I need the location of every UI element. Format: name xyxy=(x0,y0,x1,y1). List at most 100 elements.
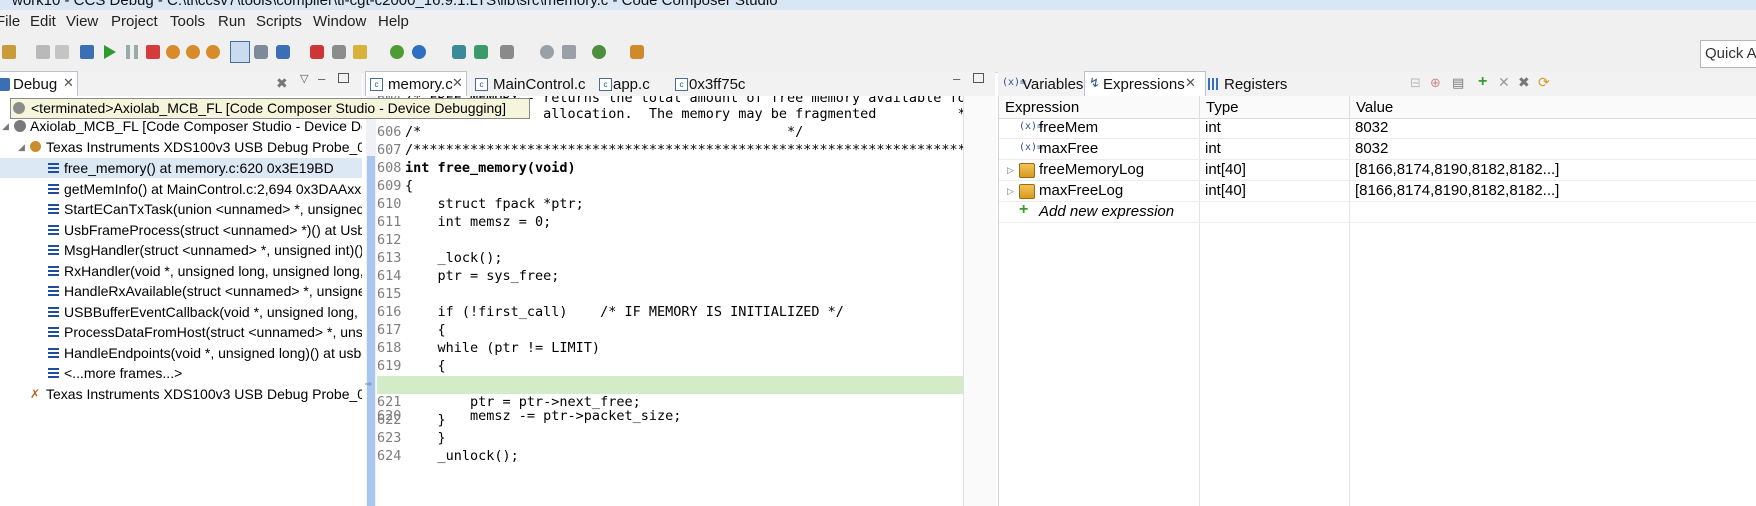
close-icon[interactable]: ✕ xyxy=(452,75,463,91)
c-file-icon: c xyxy=(599,78,612,91)
stack-frame-row[interactable]: getMemInfo() at MainControl.c:2,694 0x3D… xyxy=(0,179,362,199)
expand-arrow-icon[interactable]: ▷ xyxy=(1007,186,1014,197)
code-editor[interactable]: 604/* FREE_MEMORY - returns the total am… xyxy=(363,96,963,506)
stack-frame-row[interactable]: HandleEndpoints(void *, unsigned long)()… xyxy=(0,343,362,363)
menu-tools[interactable]: Tools xyxy=(170,13,205,30)
add-expression-icon[interactable]: + xyxy=(1478,73,1487,91)
minimize-icon[interactable]: – xyxy=(953,71,960,86)
stack-frame-row[interactable]: MsgHandler(struct <unnamed> *, unsigned … xyxy=(0,240,362,260)
memory-icon[interactable] xyxy=(353,45,367,59)
expression-value[interactable]: [8166,8174,8190,8182,8182...] xyxy=(1355,161,1559,178)
assembly-step-over-icon[interactable] xyxy=(474,45,488,59)
menu-run[interactable]: Run xyxy=(218,13,246,30)
continuous-refresh-icon[interactable]: ⟳ xyxy=(1538,74,1550,91)
debug-target-row[interactable]: ◢ Texas Instruments XDS100v3 USB Debug P… xyxy=(0,137,362,157)
stack-frame-row[interactable]: ProcessDataFromHost(struct <unnamed> *, … xyxy=(0,322,362,342)
step-into-icon[interactable] xyxy=(166,45,180,59)
view-icon[interactable] xyxy=(562,45,576,59)
tab-memory-c-label: memory.c xyxy=(388,76,453,93)
menu-edit[interactable]: Edit xyxy=(30,13,56,30)
new-icon[interactable] xyxy=(2,45,16,59)
editor-scrollbar[interactable] xyxy=(963,96,996,506)
tab-debug[interactable]: Debug ✕ xyxy=(0,71,78,97)
tab-app-c[interactable]: c app.c xyxy=(595,72,665,96)
stack-frame-row[interactable]: HandleRxAvailable(struct <unnamed> *, un… xyxy=(0,281,362,301)
terminate-icon[interactable] xyxy=(146,45,160,59)
quick-access-field[interactable]: Quick A xyxy=(1700,40,1756,68)
expression-row[interactable]: (x)= freeMem int 8032 xyxy=(999,118,1756,139)
settings-gear-icon[interactable] xyxy=(592,45,606,59)
tab-disassembly[interactable]: c 0x3ff75c xyxy=(671,72,771,96)
remove-all-icon[interactable]: ✖ xyxy=(1518,74,1530,91)
expression-value[interactable]: 8032 xyxy=(1355,119,1388,136)
close-icon[interactable]: ✕ xyxy=(63,75,74,91)
stack-frame-label: RxHandler(void *, unsigned long, unsigne… xyxy=(64,263,362,279)
more-frames-row[interactable]: <...more frames...> xyxy=(0,363,362,383)
save-all-icon[interactable] xyxy=(55,45,69,59)
tab-registers[interactable]: Registers xyxy=(1206,72,1296,96)
collapse-all-icon[interactable]: ⊟ xyxy=(1410,75,1421,91)
maximize-icon[interactable] xyxy=(338,73,349,83)
maximize-icon[interactable] xyxy=(973,73,984,83)
step-return-icon[interactable] xyxy=(206,45,220,59)
debug-launch-row[interactable]: ◢ Axiolab_MCB_FL [Code Composer Studio -… xyxy=(0,116,362,136)
toggle-icon[interactable] xyxy=(230,41,250,63)
code-line: 611 int memsz = 0; xyxy=(377,214,552,230)
expression-row[interactable]: ▷ maxFreeLog int[40] [8166,8174,8190,818… xyxy=(999,181,1756,202)
tab-maincontrol-c[interactable]: c MainControl.c xyxy=(471,72,589,96)
remove-expression-icon[interactable]: ✕ xyxy=(1498,74,1510,91)
view-menu-chevron-down-icon[interactable]: ▽ xyxy=(300,72,308,85)
restart-icon[interactable] xyxy=(390,45,404,59)
column-header-value[interactable]: Value xyxy=(1350,96,1756,119)
minimize-icon[interactable]: – xyxy=(318,71,325,86)
run-config-icon[interactable] xyxy=(630,45,644,59)
refresh-icon[interactable]: ▤ xyxy=(1452,75,1464,91)
assembly-step-into-icon[interactable] xyxy=(452,45,466,59)
connect-icon[interactable] xyxy=(254,45,268,59)
load-program-icon[interactable] xyxy=(276,45,290,59)
step-over-icon[interactable] xyxy=(186,45,200,59)
tab-app-c-label: app.c xyxy=(613,76,650,93)
menu-scripts[interactable]: Scripts xyxy=(256,13,302,30)
code-line: 606/* */ xyxy=(377,124,804,140)
expand-arrow-icon[interactable]: ▷ xyxy=(1007,165,1014,176)
reset-icon[interactable] xyxy=(412,45,426,59)
expand-icon[interactable]: ◢ xyxy=(18,142,25,153)
add-new-expression-label[interactable]: Add new expression xyxy=(1039,203,1174,220)
close-icon[interactable]: ✕ xyxy=(1185,75,1196,91)
remove-breakpoints-icon[interactable] xyxy=(332,45,346,59)
debug-tree: ◢ Axiolab_MCB_FL [Code Composer Studio -… xyxy=(0,96,362,506)
stack-frame-row[interactable]: USBBufferEventCallback(void *, unsigned … xyxy=(0,302,362,322)
expression-row[interactable]: ▷ freeMemoryLog int[40] [8166,8174,8190,… xyxy=(999,160,1756,181)
search-icon[interactable] xyxy=(540,45,554,59)
tools-icon[interactable] xyxy=(500,45,514,59)
column-header-expression[interactable]: Expression xyxy=(999,96,1200,119)
tab-variables[interactable]: (x)= Variables xyxy=(1000,72,1084,96)
expand-icon[interactable]: ◢ xyxy=(2,121,9,132)
menu-view[interactable]: View xyxy=(66,13,98,30)
menu-project[interactable]: Project xyxy=(111,13,158,30)
expression-row[interactable]: (x)= maxFree int 8032 xyxy=(999,139,1756,160)
watch-icon[interactable]: ⊕ xyxy=(1430,75,1441,91)
debug-icon[interactable] xyxy=(80,45,94,59)
stack-frame-row[interactable]: UsbFrameProcess(struct <unnamed> *)() at… xyxy=(0,220,362,240)
expression-value[interactable]: 8032 xyxy=(1355,140,1388,157)
expression-value[interactable]: [8166,8174,8190,8182,8182...] xyxy=(1355,182,1559,199)
column-header-type[interactable]: Type xyxy=(1200,96,1350,119)
menu-file[interactable]: File xyxy=(0,13,20,30)
breakpoint-icon[interactable] xyxy=(310,45,324,59)
add-expression-row[interactable]: + Add new expression xyxy=(999,201,1756,223)
suspend-icon[interactable] xyxy=(126,45,140,59)
stack-frame-row[interactable]: StartECanTxTask(union <unnamed> *, unsig… xyxy=(0,199,362,219)
debug-target-row[interactable]: ✗ Texas Instruments XDS100v3 USB Debug P… xyxy=(0,384,362,404)
resume-icon[interactable] xyxy=(104,45,116,59)
stack-frame-label: getMemInfo() at MainControl.c:2,694 0x3D… xyxy=(64,181,362,197)
remove-terminated-icon[interactable]: ✖ xyxy=(276,75,288,92)
menu-window[interactable]: Window xyxy=(313,13,366,30)
stack-frame-row[interactable]: free_memory() at memory.c:620 0x3E19BD xyxy=(0,158,362,178)
save-icon[interactable] xyxy=(36,45,50,59)
stack-frame-row[interactable]: RxHandler(void *, unsigned long, unsigne… xyxy=(0,261,362,281)
tab-memory-c[interactable]: c memory.c ✕ xyxy=(365,71,467,97)
tab-expressions[interactable]: ↯ Expressions ✕ xyxy=(1084,71,1206,97)
menu-help[interactable]: Help xyxy=(378,13,409,30)
